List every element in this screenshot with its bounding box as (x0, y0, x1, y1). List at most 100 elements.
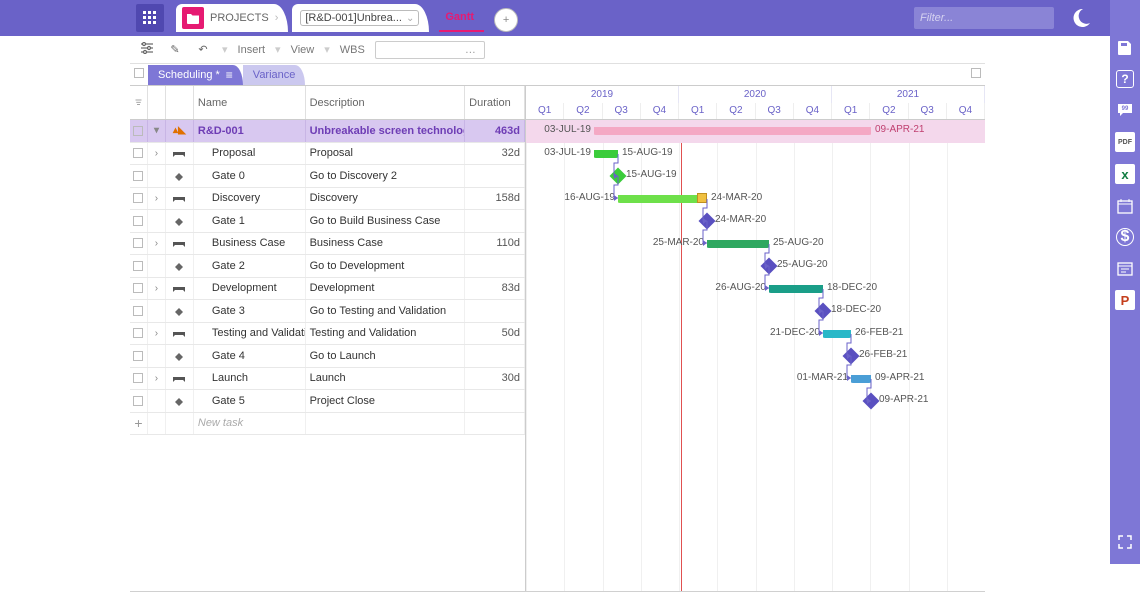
row-checkbox[interactable] (133, 306, 143, 316)
row-checkbox[interactable] (133, 238, 143, 248)
task-desc[interactable]: Discovery (306, 188, 466, 210)
gantt-milestone[interactable] (610, 168, 627, 185)
task-name[interactable]: Development (194, 278, 306, 300)
task-row[interactable]: ›Business CaseBusiness Case110d (130, 233, 525, 256)
sheet-tab-variance[interactable]: Variance (243, 65, 306, 85)
dollar-icon[interactable]: $ (1116, 228, 1134, 246)
task-desc[interactable]: Proposal (306, 143, 466, 165)
row-checkbox[interactable] (133, 261, 143, 271)
task-name[interactable]: Business Case (194, 233, 306, 255)
gantt-milestone[interactable] (699, 213, 716, 230)
expand-toggle[interactable]: › (148, 278, 166, 300)
moon-icon[interactable] (1066, 3, 1096, 33)
wbs-field[interactable]: … (375, 41, 485, 59)
edit-icon[interactable]: ✎ (166, 43, 184, 56)
task-row[interactable]: Gate 5Project Close (130, 390, 525, 413)
expand-toggle[interactable]: › (148, 188, 166, 210)
task-name[interactable]: Launch (194, 368, 306, 390)
task-desc[interactable]: Launch (306, 368, 466, 390)
gantt-milestone[interactable] (843, 348, 860, 365)
task-row[interactable]: Gate 3Go to Testing and Validation (130, 300, 525, 323)
task-desc[interactable]: Unbreakable screen technology (306, 120, 466, 142)
task-row[interactable]: › Testing and ValidationTesting and Valid… (130, 323, 525, 346)
gantt-bar[interactable] (594, 150, 618, 158)
row-checkbox[interactable] (133, 171, 143, 181)
row-checkbox[interactable] (133, 193, 143, 203)
task-name[interactable]: Testing and Validation (194, 323, 306, 345)
row-checkbox[interactable] (133, 328, 143, 338)
gantt-bar[interactable] (594, 127, 871, 135)
task-row[interactable]: Gate 0Go to Discovery 2 (130, 165, 525, 188)
right-checkbox[interactable] (971, 68, 981, 81)
save-icon[interactable] (1115, 38, 1135, 58)
gantt-milestone[interactable] (761, 258, 778, 275)
task-desc[interactable]: Business Case (306, 233, 466, 255)
row-checkbox[interactable] (133, 126, 143, 136)
gantt-bar[interactable] (769, 285, 823, 293)
task-row[interactable]: Gate 2Go to Development (130, 255, 525, 278)
task-desc[interactable]: Go to Discovery 2 (306, 165, 466, 187)
gantt-bar[interactable] (823, 330, 851, 338)
task-row[interactable]: ›LaunchLaunch30d (130, 368, 525, 391)
comment-icon[interactable]: 99 (1115, 100, 1135, 120)
col-duration[interactable]: Duration (465, 86, 525, 119)
schedule-icon[interactable] (1115, 258, 1135, 278)
expand-toggle[interactable]: › (148, 368, 166, 390)
task-desc[interactable]: Development (306, 278, 466, 300)
task-name[interactable]: Gate 2 (194, 255, 306, 277)
expand-toggle[interactable] (148, 255, 166, 277)
task-row[interactable]: ›ProposalProposal32d (130, 143, 525, 166)
task-name[interactable]: Gate 5 (194, 390, 306, 412)
help-icon[interactable]: ? (1116, 70, 1134, 88)
row-checkbox[interactable] (133, 373, 143, 383)
pdf-icon[interactable]: PDF (1115, 132, 1135, 152)
expand-toggle[interactable] (148, 300, 166, 322)
task-desc[interactable]: Go to Testing and Validation (306, 300, 466, 322)
col-desc[interactable]: Description (306, 86, 466, 119)
task-desc[interactable]: Go to Build Business Case (306, 210, 466, 232)
add-tab-button[interactable]: + (494, 8, 518, 32)
col-sort[interactable] (130, 86, 148, 119)
new-task-row[interactable]: +New task (130, 413, 525, 436)
apps-menu-button[interactable] (136, 4, 164, 32)
task-desc[interactable]: Testing and Validation (306, 323, 466, 345)
task-row[interactable]: ▾▴◣R&D-001Unbreakable screen technology4… (130, 120, 525, 143)
task-name[interactable]: Discovery (194, 188, 306, 210)
task-name[interactable]: Gate 1 (194, 210, 306, 232)
settings-icon[interactable] (138, 42, 156, 57)
row-checkbox[interactable] (133, 148, 143, 158)
expand-toggle[interactable]: › (148, 233, 166, 255)
task-name[interactable]: Gate 3 (194, 300, 306, 322)
sheet-tab-scheduling[interactable]: Scheduling * ≡ (148, 65, 243, 85)
task-name[interactable]: Gate 4 (194, 345, 306, 367)
expand-toggle[interactable]: › (148, 323, 166, 345)
task-row[interactable]: ›DiscoveryDiscovery158d (130, 188, 525, 211)
row-checkbox[interactable] (133, 396, 143, 406)
tab-menu-icon[interactable]: ≡ (226, 68, 233, 82)
task-row[interactable]: ›DevelopmentDevelopment83d (130, 278, 525, 301)
expand-toggle[interactable] (148, 345, 166, 367)
task-row[interactable]: Gate 4Go to Launch (130, 345, 525, 368)
insert-menu[interactable]: Insert (238, 44, 266, 56)
tab-gantt[interactable]: Gantt (439, 6, 484, 32)
task-name[interactable]: Proposal (194, 143, 306, 165)
project-selector[interactable]: [R&D-001]Unbrea... ⌄ (292, 4, 429, 32)
gantt-milestone[interactable] (815, 303, 832, 320)
view-menu[interactable]: View (291, 44, 315, 56)
row-checkbox[interactable] (133, 351, 143, 361)
tab-projects[interactable]: PROJECTS › (176, 4, 288, 32)
fullscreen-icon[interactable] (1115, 532, 1135, 552)
gantt-bar[interactable] (851, 375, 871, 383)
task-name[interactable]: Gate 0 (194, 165, 306, 187)
calendar-icon[interactable] (1115, 196, 1135, 216)
expand-toggle[interactable] (148, 390, 166, 412)
task-desc[interactable]: Project Close (306, 390, 466, 412)
ppt-icon[interactable]: P (1115, 290, 1135, 310)
expand-toggle[interactable]: › (148, 143, 166, 165)
gantt-milestone[interactable] (863, 393, 880, 410)
task-desc[interactable]: Go to Development (306, 255, 466, 277)
expand-toggle[interactable] (148, 210, 166, 232)
task-row[interactable]: Gate 1Go to Build Business Case (130, 210, 525, 233)
row-checkbox[interactable] (133, 216, 143, 226)
undo-icon[interactable]: ↶ (194, 43, 212, 56)
